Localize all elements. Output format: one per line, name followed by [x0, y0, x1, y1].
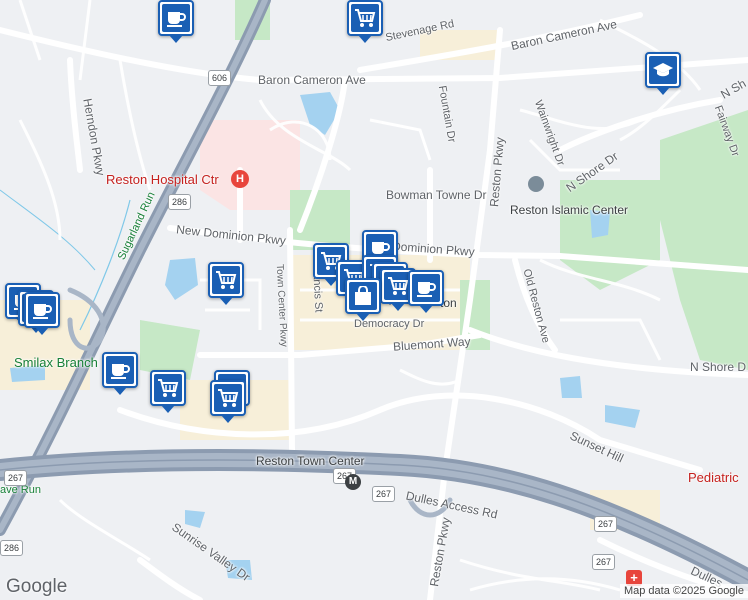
map-canvas[interactable]: Reston Hospital Ctr Reston Islamic Cente… — [0, 0, 748, 600]
smilax-branch-label[interactable]: Smilax Branch — [14, 355, 98, 370]
shopping-bag-icon — [349, 282, 377, 310]
metro-station-icon[interactable]: M — [345, 474, 361, 490]
cafe-marker[interactable] — [24, 292, 60, 335]
shopping-cart-icon — [212, 266, 240, 294]
route-606-shield: 606 — [208, 70, 232, 86]
cafe-marker[interactable] — [158, 0, 194, 43]
mosque-icon[interactable] — [528, 176, 544, 192]
route-286-south-shield: 286 — [0, 540, 24, 556]
shopping-cart-icon — [154, 374, 182, 402]
coffee-cup-icon — [162, 4, 190, 32]
cafe-marker[interactable] — [102, 352, 138, 395]
coffee-cup-icon — [412, 274, 440, 302]
route-267-east-shield: 267 — [594, 516, 618, 532]
grocery-marker[interactable] — [210, 380, 246, 423]
cafe-marker[interactable] — [408, 270, 444, 313]
reston-hospital-label[interactable]: Reston Hospital Ctr — [106, 172, 219, 187]
map-attribution[interactable]: Map data ©2025 Google — [619, 584, 748, 598]
coffee-cup-icon — [106, 356, 134, 384]
reston-town-center-station-label[interactable]: Reston Town Center — [256, 454, 365, 468]
graduation-cap-icon — [649, 56, 677, 84]
shopping-marker[interactable] — [345, 278, 381, 321]
google-logo: Google — [6, 576, 68, 597]
route-267-west-shield: 267 — [4, 470, 28, 486]
reston-islamic-center-label[interactable]: Reston Islamic Center — [510, 203, 628, 217]
grocery-marker[interactable] — [347, 0, 383, 43]
shopping-cart-icon — [214, 384, 242, 412]
school-marker[interactable] — [645, 52, 681, 95]
bowman-towne-dr-label: Bowman Towne Dr — [386, 188, 487, 202]
route-286-shield: 286 — [168, 194, 192, 210]
hospital-icon[interactable]: H — [231, 170, 249, 188]
grocery-marker[interactable] — [208, 262, 244, 305]
route-267-south-shield: 267 — [592, 554, 616, 570]
shopping-cart-icon — [351, 4, 379, 32]
baron-cameron-ave-label: Baron Cameron Ave — [258, 73, 366, 87]
grocery-marker[interactable] — [150, 370, 186, 413]
n-shore-dr-east-label: N Shore D — [690, 360, 747, 374]
pediatric-label[interactable]: Pediatric — [688, 470, 739, 485]
route-267-ramp-shield: 267 — [372, 486, 396, 502]
coffee-cup-icon — [28, 296, 56, 324]
